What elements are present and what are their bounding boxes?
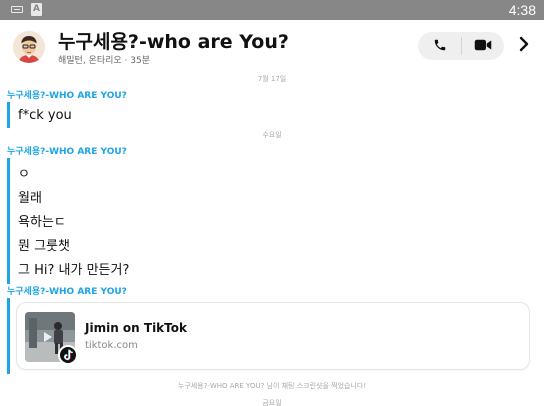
date-separator: 금요일 (262, 399, 282, 406)
date-separator: 수요일 (262, 131, 282, 139)
video-call-button[interactable] (461, 32, 504, 60)
tiktok-icon (58, 345, 78, 365)
keyboard-icon (11, 6, 23, 13)
call-button-group (418, 32, 504, 60)
chat-title[interactable]: 누구세용?-who are You? (58, 27, 289, 54)
video-camera-icon (474, 37, 492, 56)
chat-subtitle: 해밀턴, 온타리오 · 35분 (58, 56, 150, 66)
phone-icon (433, 37, 447, 56)
message-text[interactable]: 욕하는ㄷ (18, 211, 66, 230)
message-text[interactable]: ㅇ (18, 163, 30, 182)
sender-name: 누구세용?-WHO ARE YOU? (7, 287, 127, 297)
message-text[interactable]: f*ck you (18, 108, 72, 123)
status-time: 4:38 (508, 2, 536, 18)
a-letter-icon: A (31, 3, 42, 16)
chevron-right-icon (518, 36, 530, 56)
avatar[interactable] (13, 31, 45, 63)
date-separator: 7월 17일 (257, 75, 287, 83)
chevron-right-button[interactable] (514, 35, 534, 57)
chat-messages[interactable]: 7월 17일 누구세용?-WHO ARE YOU? f*ck you 수요일 누… (0, 70, 544, 406)
message-group-bar (7, 158, 10, 284)
chat-header: 누구세용?-who are You? 해밀턴, 온타리오 · 35분 (0, 20, 544, 70)
message-text[interactable]: 그 Hi? 내가 만든거? (18, 259, 129, 278)
message-group-bar (7, 298, 10, 374)
message-group-bar (7, 102, 10, 128)
sender-name: 누구세용?-WHO ARE YOU? (7, 147, 127, 157)
voice-call-button[interactable] (418, 32, 461, 60)
status-bar: A 4:38 (0, 0, 544, 20)
link-preview-card[interactable]: Jimin on TikTok tiktok.com (16, 302, 530, 370)
message-text[interactable]: 뭔 그룻챗 (18, 235, 70, 254)
message-text[interactable]: 월래 (18, 187, 42, 206)
link-domain: tiktok.com (85, 340, 138, 351)
sender-name: 누구세용?-WHO ARE YOU? (7, 91, 127, 101)
link-title: Jimin on TikTok (85, 321, 187, 335)
screenshot-notice: 누구세용?-WHO ARE YOU? 님이 채팅 스크린샷을 찍었습니다! (177, 382, 367, 390)
